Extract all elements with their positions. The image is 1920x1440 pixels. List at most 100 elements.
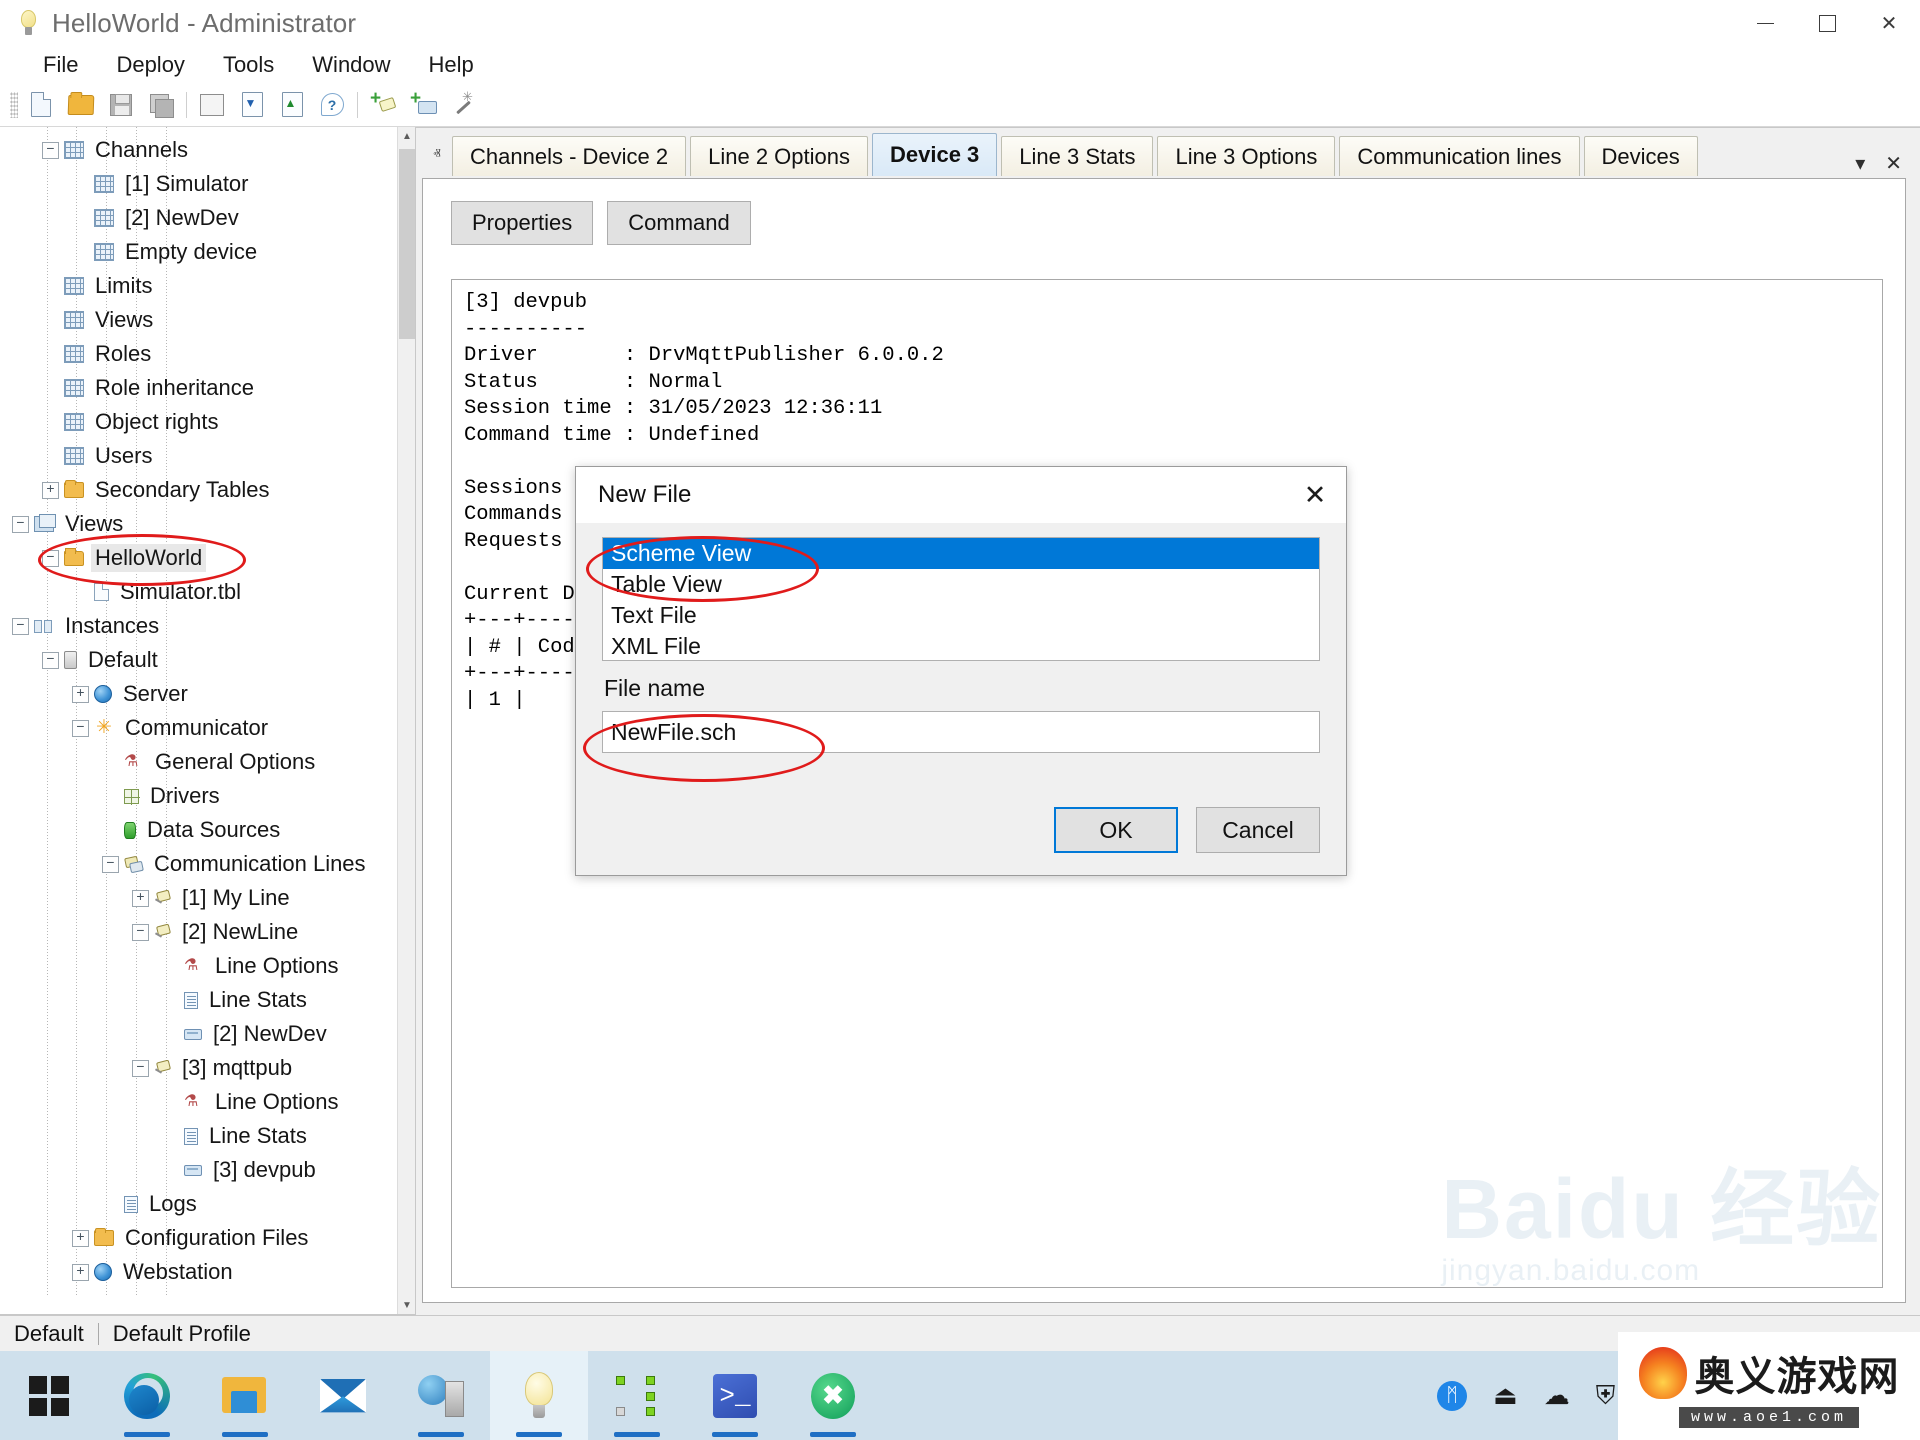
taskbar-powershell[interactable]: >_: [686, 1351, 784, 1440]
tab-line-3-stats[interactable]: Line 3 Stats: [1001, 136, 1154, 176]
new-file-button[interactable]: [21, 85, 61, 125]
tab-scroll-left-button[interactable]: ⱏ: [422, 132, 452, 176]
tree-node-2-newdev[interactable]: [2] NewDev: [0, 1017, 397, 1051]
tree-node-users[interactable]: Users: [0, 439, 397, 473]
tab-line-3-options[interactable]: Line 3 Options: [1157, 136, 1336, 176]
tree-node-1-simulator[interactable]: [1] Simulator: [0, 167, 397, 201]
download-config-button[interactable]: [232, 85, 272, 125]
defender-icon[interactable]: ⛨: [1596, 1380, 1616, 1412]
bluetooth-icon[interactable]: ᛗ: [1437, 1380, 1468, 1411]
tree-node-configuration-files[interactable]: + Configuration Files: [0, 1221, 397, 1255]
tree-node-instances[interactable]: − Instances: [0, 609, 397, 643]
tree-node-helloworld[interactable]: − HelloWorld: [0, 541, 397, 575]
file-type-list[interactable]: Scheme View Table View Text File XML File: [602, 537, 1320, 661]
tree-node-empty-device[interactable]: Empty device: [0, 235, 397, 269]
ok-button[interactable]: OK: [1054, 807, 1178, 853]
statistics-button[interactable]: [192, 85, 232, 125]
wizard-button[interactable]: [443, 85, 483, 125]
tree-node-communicator[interactable]: − ✳ Communicator: [0, 711, 397, 745]
file-type-option-table-view[interactable]: Table View: [603, 569, 1319, 600]
file-name-input[interactable]: NewFile.sch: [602, 711, 1320, 753]
taskbar-mail[interactable]: [294, 1351, 392, 1440]
tab-channels-device-2[interactable]: Channels - Device 2: [452, 136, 687, 176]
tree-node-line-stats[interactable]: Line Stats: [0, 983, 397, 1017]
tree-node-server[interactable]: + Server: [0, 677, 397, 711]
tree-toggle-minus-icon[interactable]: −: [42, 549, 59, 567]
tree-toggle-minus-icon[interactable]: −: [42, 651, 59, 669]
tree-node-2-newdev[interactable]: [2] NewDev: [0, 201, 397, 235]
scrollbar-thumb[interactable]: [399, 149, 415, 339]
tree-node-channels[interactable]: − Channels: [0, 133, 397, 167]
tree-node-object-rights[interactable]: Object rights: [0, 405, 397, 439]
tree-node-2-newline[interactable]: − [2] NewLine: [0, 915, 397, 949]
tree-node-roles[interactable]: Roles: [0, 337, 397, 371]
tab-communication-lines[interactable]: Communication lines: [1339, 136, 1580, 176]
tree-node-1-my-line[interactable]: + [1] My Line: [0, 881, 397, 915]
maximize-button[interactable]: [1796, 0, 1858, 47]
save-all-button[interactable]: [141, 85, 181, 125]
scroll-down-icon[interactable]: ▼: [398, 1296, 415, 1314]
upload-config-button[interactable]: [272, 85, 312, 125]
tree-node-role-inheritance[interactable]: Role inheritance: [0, 371, 397, 405]
taskbar-edge[interactable]: [98, 1351, 196, 1440]
add-line-button[interactable]: [363, 85, 403, 125]
tree-toggle-minus-icon[interactable]: −: [72, 719, 89, 737]
file-type-option-xml-file[interactable]: XML File: [603, 631, 1319, 660]
tab-devices[interactable]: Devices: [1583, 136, 1698, 176]
tree-node-webstation[interactable]: + Webstation: [0, 1255, 397, 1289]
taskbar-xshell[interactable]: ✖: [784, 1351, 882, 1440]
open-file-button[interactable]: [61, 85, 101, 125]
tree-node-3-devpub[interactable]: [3] devpub: [0, 1153, 397, 1187]
tree-toggle-plus-icon[interactable]: +: [42, 481, 59, 499]
taskbar-explorer[interactable]: [196, 1351, 294, 1440]
cancel-button[interactable]: Cancel: [1196, 807, 1320, 853]
menu-item-file[interactable]: File: [24, 49, 97, 81]
close-button[interactable]: ✕: [1858, 0, 1920, 47]
taskbar-scada-scheme[interactable]: [588, 1351, 686, 1440]
tree-toggle-minus-icon[interactable]: −: [102, 855, 119, 873]
tree-node-general-options[interactable]: ⚗ General Options: [0, 745, 397, 779]
tree-node-line-options[interactable]: ⚗ Line Options: [0, 949, 397, 983]
tree-toggle-minus-icon[interactable]: −: [12, 515, 29, 533]
menu-item-tools[interactable]: Tools: [204, 49, 293, 81]
tree-toggle-plus-icon[interactable]: +: [132, 889, 149, 907]
tree-node-line-stats[interactable]: Line Stats: [0, 1119, 397, 1153]
tree-node-default[interactable]: − Default: [0, 643, 397, 677]
tree-node-simulator-tbl[interactable]: Simulator.tbl: [0, 575, 397, 609]
tree-node-limits[interactable]: Limits: [0, 269, 397, 303]
tab-line-2-options[interactable]: Line 2 Options: [690, 136, 868, 176]
tree-node-drivers[interactable]: Drivers: [0, 779, 397, 813]
start-button[interactable]: [0, 1351, 98, 1440]
tab-close-icon[interactable]: ✕: [1885, 151, 1902, 176]
tab-device-3[interactable]: Device 3: [871, 133, 998, 176]
tree-node-data-sources[interactable]: Data Sources: [0, 813, 397, 847]
tab-dropdown-icon[interactable]: ▾: [1855, 151, 1865, 176]
scroll-up-icon[interactable]: ▲: [398, 127, 415, 145]
file-type-option-text-file[interactable]: Text File: [603, 600, 1319, 631]
menu-item-window[interactable]: Window: [293, 49, 409, 81]
tree-toggle-plus-icon[interactable]: +: [72, 1263, 89, 1281]
menu-item-help[interactable]: Help: [410, 49, 493, 81]
tree-toggle-minus-icon[interactable]: −: [12, 617, 29, 635]
tree-toggle-minus-icon[interactable]: −: [132, 1059, 149, 1077]
usb-eject-icon[interactable]: ⏏: [1493, 1380, 1518, 1411]
tree-node-views[interactable]: − Views: [0, 507, 397, 541]
properties-button[interactable]: Properties: [451, 201, 594, 245]
add-device-button[interactable]: [403, 85, 443, 125]
sidebar-scrollbar[interactable]: ▲ ▼: [397, 127, 415, 1314]
command-button[interactable]: Command: [607, 201, 751, 245]
tree-toggle-plus-icon[interactable]: +: [72, 1229, 89, 1247]
tree-node-logs[interactable]: Logs: [0, 1187, 397, 1221]
tree-toggle-minus-icon[interactable]: −: [42, 141, 59, 159]
file-type-option-scheme-view[interactable]: Scheme View: [603, 538, 1319, 569]
save-button[interactable]: [101, 85, 141, 125]
onedrive-off-icon[interactable]: ☁: [1544, 1380, 1570, 1411]
tree-node-communication-lines[interactable]: − Communication Lines: [0, 847, 397, 881]
taskbar-scada-admin[interactable]: [490, 1351, 588, 1440]
menu-item-deploy[interactable]: Deploy: [97, 49, 203, 81]
tree-node-secondary-tables[interactable]: + Secondary Tables: [0, 473, 397, 507]
taskbar-server[interactable]: [392, 1351, 490, 1440]
tree-toggle-minus-icon[interactable]: −: [132, 923, 149, 941]
help-button[interactable]: ?: [312, 85, 352, 125]
tree-node-3-mqttpub[interactable]: − [3] mqttpub: [0, 1051, 397, 1085]
